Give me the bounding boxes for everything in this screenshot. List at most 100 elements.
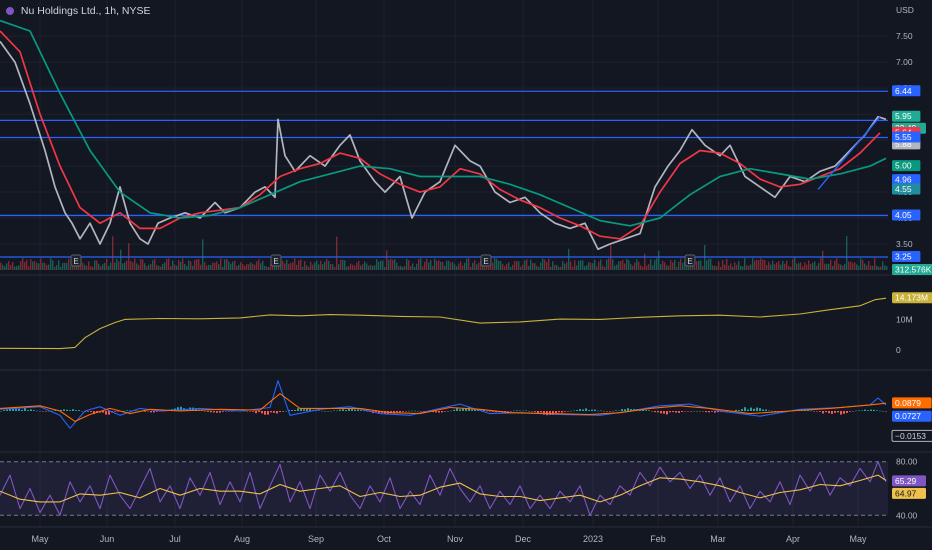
volume-bar <box>502 263 504 270</box>
volume-bar <box>2 264 4 270</box>
volume-bar <box>182 258 184 270</box>
price-axis-value-text: 3.25 <box>895 252 912 262</box>
volume-bar <box>880 266 882 270</box>
macd-histogram-bar <box>816 411 818 412</box>
macd-histogram-bar <box>531 411 533 412</box>
volume-bar <box>658 250 660 270</box>
macd-histogram-bar <box>645 410 647 411</box>
volume-bar <box>194 260 196 270</box>
macd-histogram-bar <box>702 411 704 412</box>
macd-histogram-bar <box>30 409 32 411</box>
volume-bar <box>744 258 746 270</box>
volume-bar <box>778 260 780 270</box>
volume-bar <box>266 266 268 270</box>
macd-histogram-bar <box>105 411 107 415</box>
macd-histogram-bar <box>690 411 692 412</box>
volume-bar <box>130 260 132 270</box>
volume-bar <box>712 265 714 270</box>
volume-bar <box>312 264 314 270</box>
macd-histogram-bar <box>441 411 443 413</box>
macd-histogram-bar <box>87 411 89 412</box>
volume-bar <box>848 261 850 270</box>
volume-bar <box>16 265 18 270</box>
macd-histogram-bar <box>405 411 407 412</box>
volume-bar <box>158 265 160 270</box>
volume-bar <box>812 262 814 270</box>
volume-bar <box>402 266 404 270</box>
earnings-marker-label: E <box>483 257 488 266</box>
x-tick-label: Oct <box>377 534 392 544</box>
volume-bar <box>436 260 438 270</box>
macd-histogram-bar <box>336 410 338 412</box>
price-axis-value-text: 4.05 <box>895 210 912 220</box>
volume-bar <box>872 265 874 270</box>
volume-bar <box>694 266 696 270</box>
volume-bar <box>808 260 810 270</box>
volume-bar <box>282 260 284 270</box>
volume-bar <box>326 258 328 270</box>
macd-histogram-bar <box>399 411 401 413</box>
volume-bar <box>512 264 514 270</box>
macd-histogram-bar <box>831 411 833 414</box>
volume-bar <box>42 262 44 270</box>
volume-bar <box>718 261 720 270</box>
macd-histogram-bar <box>681 411 683 412</box>
volume-bar <box>440 261 442 270</box>
macd-histogram-bar <box>861 410 863 411</box>
volume-bar <box>726 258 728 270</box>
macd-histogram-bar <box>714 411 716 413</box>
macd-histogram-bar <box>744 407 746 411</box>
macd-histogram-bar <box>78 410 80 411</box>
volume-bar <box>448 260 450 270</box>
volume-bar <box>88 261 90 270</box>
volume-bar <box>422 266 424 270</box>
volume-bar <box>752 258 754 270</box>
x-tick-label: Sep <box>308 534 324 544</box>
macd-histogram-bar <box>444 411 446 412</box>
macd-histogram-bar <box>258 411 260 413</box>
volume-bar <box>232 261 234 270</box>
volume-bar <box>0 262 2 270</box>
volume-bar <box>222 266 224 270</box>
macd-histogram-bar <box>249 411 251 412</box>
volume-bar <box>22 258 24 270</box>
macd-histogram-bar <box>684 411 686 412</box>
volume-bar <box>52 260 54 270</box>
volume-bar <box>244 265 246 270</box>
volume-bar <box>250 262 252 270</box>
macd-histogram-bar <box>402 411 404 412</box>
volume-bar <box>304 261 306 270</box>
volume-bar <box>638 261 640 270</box>
volume-bar <box>666 265 668 270</box>
volume-bar <box>372 265 374 270</box>
macd-histogram-bar <box>27 410 29 411</box>
volume-bar <box>146 266 148 270</box>
volume-bar <box>360 265 362 270</box>
macd-histogram-bar <box>555 411 557 414</box>
volume-bar <box>60 266 62 270</box>
macd-histogram-bar <box>840 411 842 415</box>
volume-bar <box>722 260 724 270</box>
volume-bar <box>600 259 602 270</box>
macd-histogram-bar <box>36 410 38 412</box>
volume-bar <box>828 263 830 270</box>
symbol-title[interactable]: Nu Holdings Ltd., 1h, NYSE <box>6 5 151 17</box>
volume-bar <box>576 265 578 270</box>
volume-bar <box>240 262 242 270</box>
macd-histogram-bar <box>333 410 335 411</box>
volume-bar <box>546 261 548 270</box>
earnings-marker-label: E <box>687 257 692 266</box>
macd-histogram-bar <box>144 411 146 412</box>
volume-bar <box>882 261 884 270</box>
volume-bar <box>382 260 384 270</box>
volume-bar <box>348 265 350 270</box>
x-tick-label: Feb <box>650 534 666 544</box>
volume-bar <box>582 260 584 270</box>
volume-bar <box>172 260 174 270</box>
symbol-title-text: Nu Holdings Ltd., 1h, NYSE <box>20 5 151 17</box>
volume-bar <box>652 265 654 270</box>
macd-histogram-bar <box>615 410 617 411</box>
chart-canvas[interactable]: EEEEUSD7.507.006.506.005.505.004.504.003… <box>0 0 932 550</box>
volume-bar <box>356 262 358 270</box>
macd-histogram-bar <box>618 410 620 411</box>
